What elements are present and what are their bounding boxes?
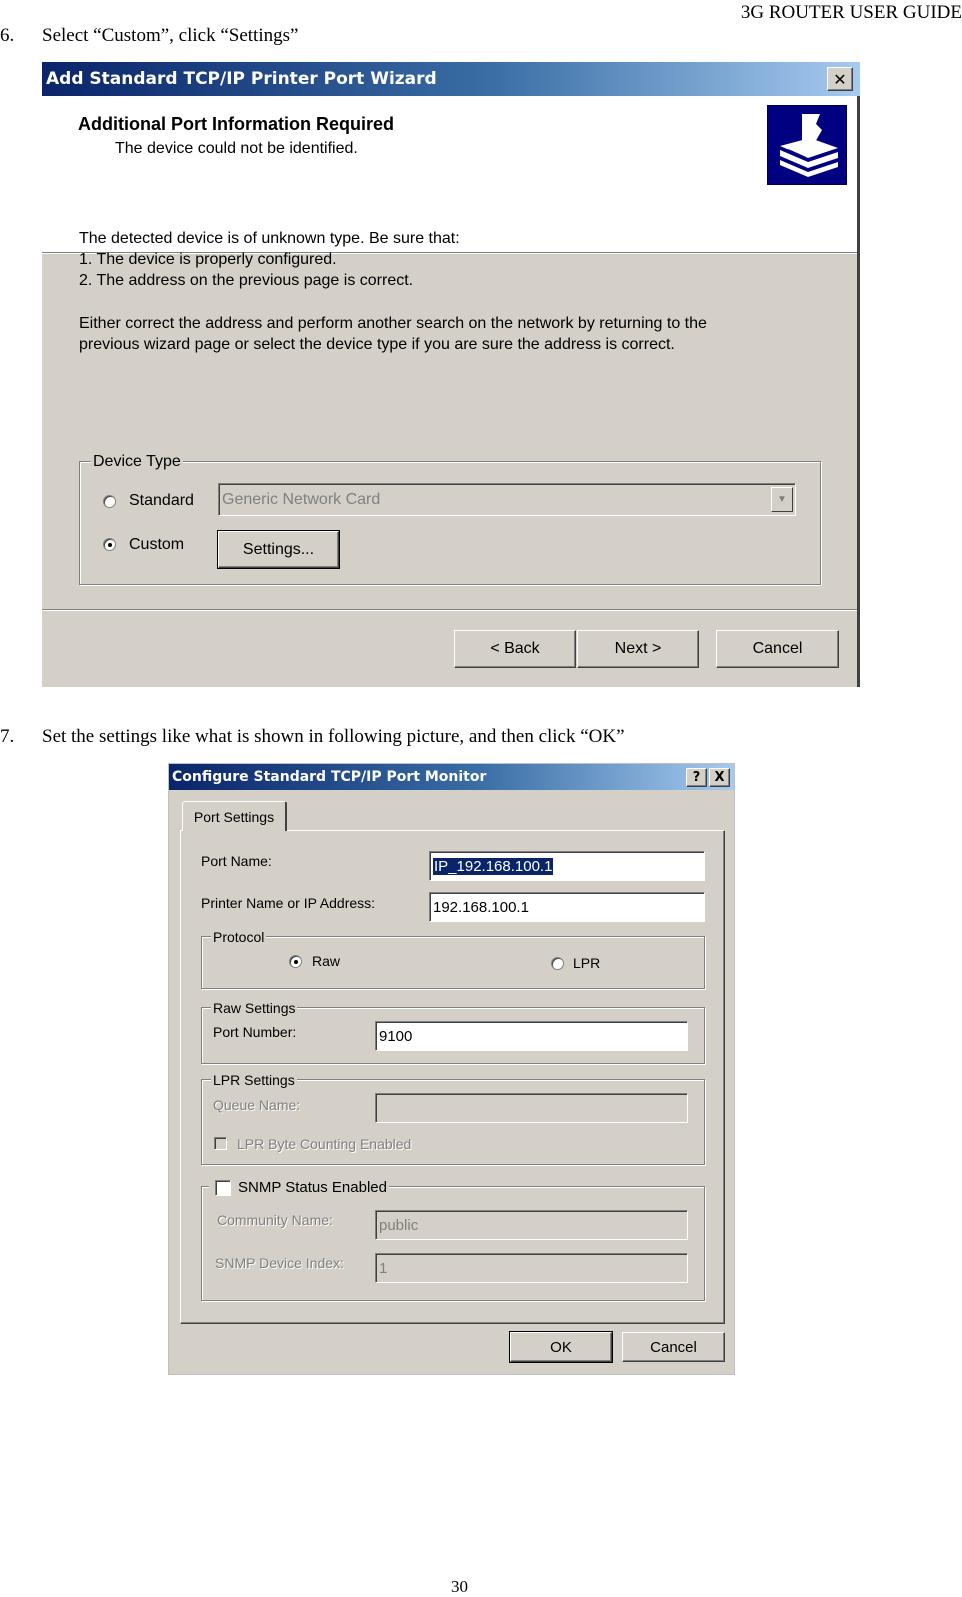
step-text: Set the settings like what is shown in f… [42,726,625,747]
device-type-group [79,461,821,585]
port-monitor-title: Configure Standard TCP/IP Port Monitor [172,769,487,785]
snmp-status-checkbox[interactable] [215,1180,231,1196]
cancel-button[interactable]: Cancel [622,1332,725,1362]
tcpip-port-wizard-dialog: Add Standard TCP/IP Printer Port Wizard … [42,62,860,687]
standard-label[interactable]: Standard [129,492,194,510]
lpr-byte-counting-label: LPR Byte Counting Enabled [237,1136,412,1152]
step-number: 6. [0,25,15,46]
wizard-header-title: Additional Port Information Required [78,114,394,134]
printer-address-input[interactable]: 192.168.100.1 [429,892,705,922]
protocol-group [201,936,705,989]
port-monitor-titlebar[interactable]: Configure Standard TCP/IP Port Monitor [169,764,734,790]
ok-button[interactable]: OK [509,1331,613,1363]
close-icon: X [714,770,725,785]
close-icon: ✕ [833,69,847,89]
standard-radio[interactable] [103,495,116,508]
select-value: Generic Network Card [222,490,381,508]
body-line: previous wizard page or select the devic… [79,336,675,353]
wizard-close-button[interactable]: ✕ [827,67,853,91]
document-header: 3G ROUTER USER GUIDE [740,2,962,23]
raw-radio[interactable] [289,955,302,968]
close-button[interactable]: X [709,768,730,787]
raw-settings-label: Raw Settings [211,1000,298,1016]
lpr-settings-label: LPR Settings [211,1072,297,1088]
body-line: The detected device is of unknown type. … [79,230,460,247]
snmp-device-index-value: 1 [379,1259,388,1277]
next-button[interactable]: Next > [577,630,699,668]
printer-address-value: 192.168.100.1 [433,898,529,916]
settings-button[interactable]: Settings... [217,530,340,569]
wizard-titlebar[interactable]: Add Standard TCP/IP Printer Port Wizard [42,62,860,96]
queue-name-input[interactable] [375,1093,688,1123]
tab-port-settings[interactable]: Port Settings [182,801,287,831]
snmp-group [201,1186,705,1301]
step-6: 6. Select “Custom”, click “Settings” [0,25,298,47]
snmp-device-index-input[interactable]: 1 [375,1253,688,1283]
device-type-label: Device Type [91,453,183,471]
help-icon: ? [692,770,701,785]
wizard-body-list: The detected device is of unknown type. … [79,228,460,291]
custom-label[interactable]: Custom [129,536,184,554]
lpr-label[interactable]: LPR [573,955,600,971]
port-number-label: Port Number: [213,1024,297,1040]
community-name-input[interactable]: public [375,1210,688,1240]
step-7: 7. Set the settings like what is shown in… [0,726,625,748]
wizard-body-paragraph: Either correct the address and perform a… [79,313,707,355]
body-line: Either correct the address and perform a… [79,315,707,332]
dialog-edge [857,96,860,687]
page-number: 30 [451,1577,468,1596]
cancel-button[interactable]: Cancel [716,630,839,668]
chevron-down-icon[interactable]: ▼ [771,487,793,512]
community-name-label: Community Name: [217,1212,333,1228]
footer-divider [42,609,860,611]
snmp-status-label[interactable]: SNMP Status Enabled [238,1179,387,1196]
raw-label[interactable]: Raw [312,953,340,969]
lpr-byte-counting-checkbox[interactable] [214,1137,227,1150]
wizard-header-subtitle: The device could not be identified. [115,140,358,157]
snmp-device-index-label: SNMP Device Index: [215,1255,344,1271]
help-button[interactable]: ? [686,768,707,787]
back-button[interactable]: < Back [454,630,576,668]
port-number-input[interactable]: 9100 [375,1021,688,1051]
port-number-value: 9100 [379,1027,413,1045]
port-name-input[interactable]: IP_192.168.100.1 [429,851,705,881]
printer-icon [767,105,847,185]
device-type-select[interactable]: Generic Network Card ▼ [218,483,796,516]
wizard-title: Add Standard TCP/IP Printer Port Wizard [46,69,437,89]
body-line: 2. The address on the previous page is c… [79,272,414,289]
port-monitor-dialog: Configure Standard TCP/IP Port Monitor ?… [168,763,735,1375]
custom-radio[interactable] [103,538,116,551]
lpr-radio[interactable] [551,957,564,970]
protocol-label: Protocol [211,929,267,945]
printer-address-label: Printer Name or IP Address: [201,895,376,911]
port-name-value: IP_192.168.100.1 [433,857,554,875]
community-name-value: public [379,1216,419,1234]
port-name-label: Port Name: [201,853,272,869]
step-number: 7. [0,726,15,747]
body-line: 1. The device is properly configured. [79,251,337,268]
step-text: Select “Custom”, click “Settings” [42,25,299,46]
queue-name-label: Queue Name: [213,1097,301,1113]
